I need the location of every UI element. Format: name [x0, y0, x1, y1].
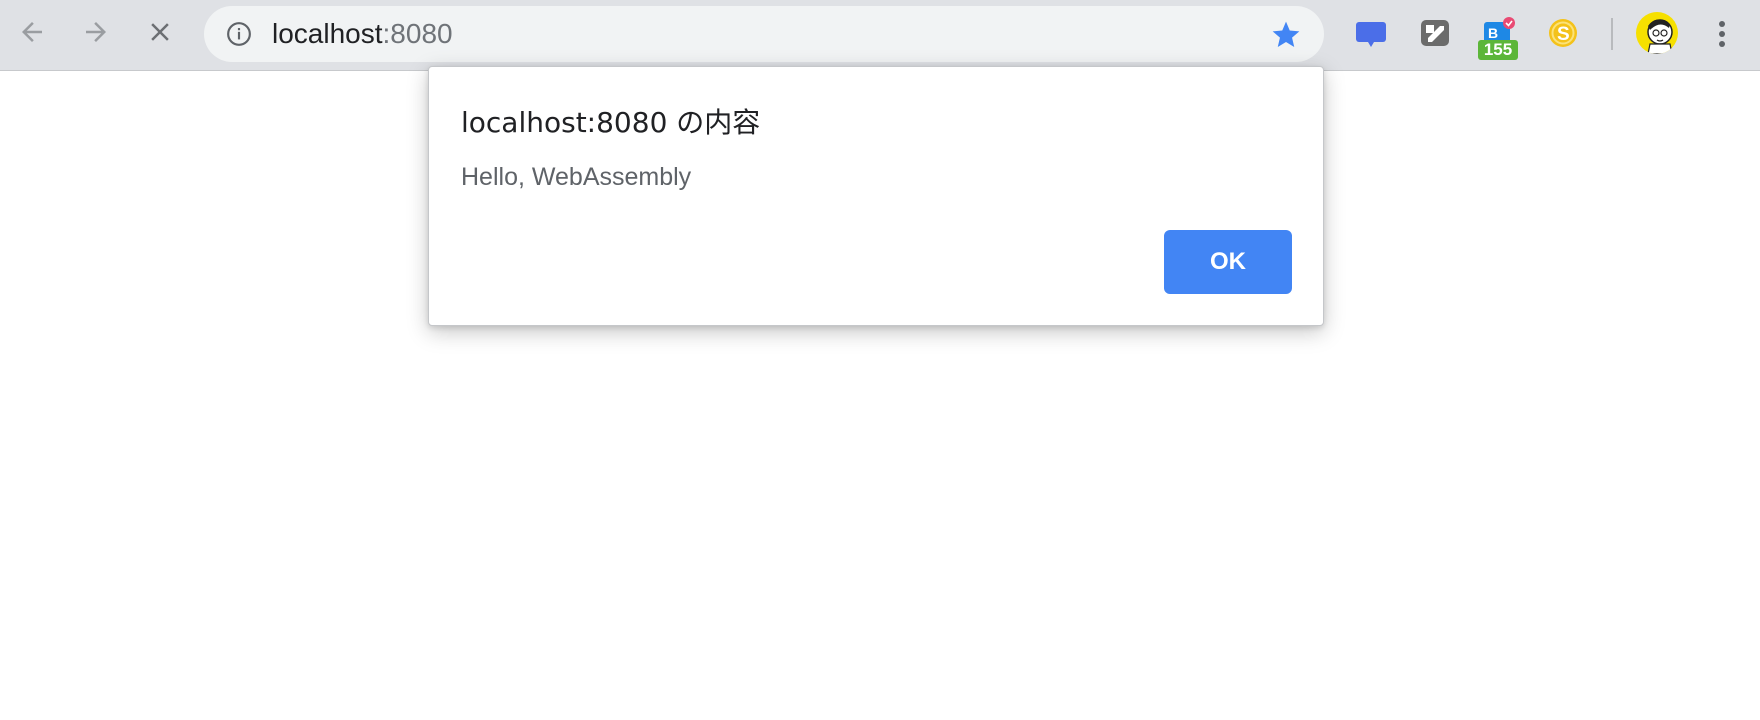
- url-text[interactable]: localhost:8080: [272, 6, 453, 62]
- dialog-title: localhost:8080 の内容: [461, 106, 761, 139]
- svg-text:B: B: [1488, 25, 1498, 41]
- browser-toolbar: localhost:8080 B 155 S: [0, 0, 1760, 71]
- info-icon[interactable]: [226, 21, 252, 47]
- svg-text:S: S: [1557, 24, 1570, 45]
- arrow-left-icon: [22, 22, 42, 42]
- more-vert-icon[interactable]: [1710, 16, 1734, 52]
- dialog-message: Hello, WebAssembly: [461, 163, 692, 191]
- url-host: localhost: [272, 18, 383, 49]
- app-logo-icon[interactable]: [1418, 16, 1452, 50]
- star-icon[interactable]: [1270, 19, 1302, 51]
- back-button[interactable]: [14, 14, 50, 50]
- close-icon: [151, 23, 169, 41]
- forward-button[interactable]: [78, 14, 114, 50]
- extension-badge-count: 155: [1478, 40, 1518, 60]
- stop-button[interactable]: [142, 14, 178, 50]
- alert-dialog: localhost:8080 の内容 Hello, WebAssembly OK: [428, 66, 1324, 326]
- address-bar[interactable]: localhost:8080: [204, 6, 1324, 62]
- user-avatar-icon[interactable]: [1636, 12, 1678, 54]
- coin-icon[interactable]: S: [1546, 16, 1580, 50]
- chat-bubble-icon[interactable]: [1354, 16, 1388, 50]
- url-port: :8080: [382, 18, 453, 49]
- arrow-right-icon: [86, 22, 106, 42]
- toolbar-divider: [1611, 18, 1613, 50]
- ok-button[interactable]: OK: [1164, 230, 1292, 294]
